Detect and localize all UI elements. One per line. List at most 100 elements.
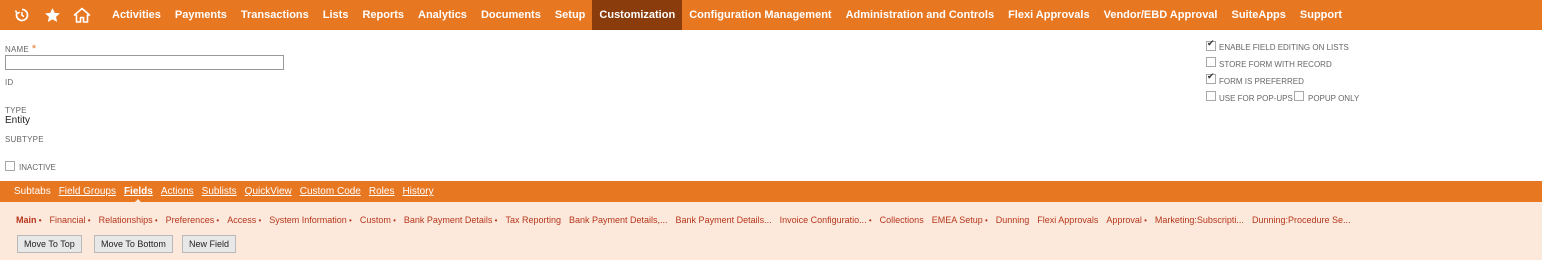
field-tab-label: Collections xyxy=(879,215,924,225)
nav-item-reports[interactable]: Reports xyxy=(355,0,411,30)
nav-item-administration-and-controls[interactable]: Administration and Controls xyxy=(839,0,1002,30)
popup-only-checkbox[interactable] xyxy=(1294,91,1304,101)
dropdown-dot-icon: • xyxy=(152,216,158,225)
dropdown-dot-icon: • xyxy=(982,216,988,225)
field-tab-relationships[interactable]: Relationships • xyxy=(95,215,162,225)
enable-field-editing-label: ENABLE FIELD EDITING ON LISTS xyxy=(1219,43,1349,52)
star-icon[interactable] xyxy=(43,6,61,24)
field-tab-label: Custom xyxy=(359,215,391,225)
field-tab-label: Flexi Approvals xyxy=(1037,215,1099,225)
nav-item-transactions[interactable]: Transactions xyxy=(234,0,316,30)
dropdown-dot-icon: • xyxy=(36,216,42,225)
field-tab-bank-payment-details[interactable]: Bank Payment Details,... xyxy=(565,215,672,225)
field-tab-approval[interactable]: Approval • xyxy=(1102,215,1151,225)
subtab-field-groups[interactable]: Field Groups xyxy=(55,186,120,197)
field-tab-label: Dunning:Procedure Se... xyxy=(1251,215,1351,225)
top-navigation-bar: Activities Payments Transactions Lists Repor… xyxy=(0,0,1542,30)
dropdown-dot-icon: • xyxy=(85,216,91,225)
field-tab-flexi-approvals[interactable]: Flexi Approvals xyxy=(1033,215,1102,225)
field-tab-label: EMEA Setup xyxy=(931,215,983,225)
nav-item-documents[interactable]: Documents xyxy=(474,0,548,30)
subtab-bar: Subtabs Field Groups Fields Actions Sublists… xyxy=(0,181,1542,203)
field-tab-collections[interactable]: Collections xyxy=(876,215,928,225)
field-tab-preferences[interactable]: Preferences • xyxy=(162,215,224,225)
inactive-label: INACTIVE xyxy=(19,163,56,172)
field-tab-label: Bank Payment Details... xyxy=(675,215,772,225)
field-tab-bank-payment-details[interactable]: Bank Payment Details • xyxy=(400,215,502,225)
name-label: NAME * xyxy=(5,43,37,55)
subtab-custom-code[interactable]: Custom Code xyxy=(296,186,365,197)
main-menu: Activities Payments Transactions Lists Repor… xyxy=(105,0,1349,30)
store-form-label: STORE FORM WITH RECORD xyxy=(1219,60,1332,69)
use-popups-label: USE FOR POP-UPS xyxy=(1219,94,1293,103)
field-tab-financial[interactable]: Financial • xyxy=(46,215,95,225)
subtab-history[interactable]: History xyxy=(398,186,437,197)
subtab-sublists[interactable]: Sublists xyxy=(198,186,241,197)
nav-item-activities[interactable]: Activities xyxy=(105,0,168,30)
field-tab-label: Marketing:Subscripti... xyxy=(1154,215,1244,225)
move-to-top-button[interactable]: Move To Top xyxy=(17,235,82,253)
new-field-button[interactable]: New Field xyxy=(182,235,237,253)
dropdown-dot-icon: • xyxy=(1141,216,1147,225)
field-tab-strip: Main • Financial • Relationships • Preferen… xyxy=(12,215,1355,225)
dropdown-dot-icon: • xyxy=(390,216,396,225)
nav-item-setup[interactable]: Setup xyxy=(548,0,593,30)
field-tab-label: System Information xyxy=(269,215,347,225)
recent-history-icon[interactable] xyxy=(13,6,31,24)
popup-only-label: POPUP ONLY xyxy=(1308,94,1360,103)
field-tab-custom[interactable]: Custom • xyxy=(356,215,400,225)
field-tab-label: Bank Payment Details xyxy=(403,215,493,225)
subtab-fields[interactable]: Fields xyxy=(120,186,157,203)
field-tab-main[interactable]: Main • xyxy=(12,215,46,225)
field-tab-label: Bank Payment Details,... xyxy=(569,215,668,225)
form-preferred-checkbox[interactable] xyxy=(1206,72,1216,84)
nav-item-flexi-approvals[interactable]: Flexi Approvals xyxy=(1001,0,1097,30)
subtab-quickview[interactable]: QuickView xyxy=(241,186,296,197)
subtype-label: SUBTYPE xyxy=(5,135,44,144)
dropdown-dot-icon: • xyxy=(346,216,352,225)
field-tab-marketing-subscripti[interactable]: Marketing:Subscripti... xyxy=(1151,215,1248,225)
field-tab-label: Preferences xyxy=(165,215,215,225)
field-tab-emea-setup[interactable]: EMEA Setup • xyxy=(928,215,992,225)
enable-field-editing-checkbox[interactable] xyxy=(1206,39,1216,51)
required-marker: * xyxy=(31,43,37,55)
nav-item-vendor-ebd-approval[interactable]: Vendor/EBD Approval xyxy=(1097,0,1225,30)
field-tab-bank-payment-details[interactable]: Bank Payment Details... xyxy=(672,215,776,225)
subtab-actions[interactable]: Actions xyxy=(157,186,198,197)
field-tab-label: Invoice Configuratio... xyxy=(779,215,867,225)
field-tab-label: Tax Reporting xyxy=(505,215,561,225)
inactive-checkbox[interactable] xyxy=(5,161,15,171)
nav-item-lists[interactable]: Lists xyxy=(316,0,356,30)
name-input[interactable] xyxy=(5,55,284,70)
dropdown-dot-icon: • xyxy=(866,216,872,225)
field-tab-dunning-procedure-se[interactable]: Dunning:Procedure Se... xyxy=(1248,215,1355,225)
move-to-bottom-button[interactable]: Move To Bottom xyxy=(94,235,173,253)
nav-item-support[interactable]: Support xyxy=(1293,0,1349,30)
dropdown-dot-icon: • xyxy=(214,216,220,225)
store-form-checkbox[interactable] xyxy=(1206,57,1216,67)
field-tab-label: Approval xyxy=(1106,215,1142,225)
nav-item-payments[interactable]: Payments xyxy=(168,0,234,30)
field-tab-label: Financial xyxy=(49,215,86,225)
field-tab-invoice-configuratio[interactable]: Invoice Configuratio... • xyxy=(776,215,876,225)
dropdown-dot-icon: • xyxy=(492,216,498,225)
subtab-subtabs[interactable]: Subtabs xyxy=(10,186,55,197)
nav-item-customization[interactable]: Customization xyxy=(592,0,683,30)
dropdown-dot-icon: • xyxy=(256,216,262,225)
nav-item-configuration-management[interactable]: Configuration Management xyxy=(682,0,838,30)
field-tab-dunning[interactable]: Dunning xyxy=(992,215,1034,225)
type-value: Entity xyxy=(5,115,31,126)
id-label: ID xyxy=(5,78,14,87)
subtab-roles[interactable]: Roles xyxy=(365,186,399,197)
field-tab-label: Dunning xyxy=(995,215,1030,225)
use-popups-checkbox[interactable] xyxy=(1206,91,1216,101)
nav-item-suiteapps[interactable]: SuiteApps xyxy=(1224,0,1292,30)
home-icon[interactable] xyxy=(73,6,91,24)
field-tab-tax-reporting[interactable]: Tax Reporting xyxy=(501,215,565,225)
field-tab-system-information[interactable]: System Information • xyxy=(265,215,356,225)
type-label: TYPE xyxy=(5,106,27,115)
form-preferred-label: FORM IS PREFERRED xyxy=(1219,77,1304,86)
nav-item-analytics[interactable]: Analytics xyxy=(411,0,474,30)
field-tab-access[interactable]: Access • xyxy=(223,215,265,225)
field-tab-label: Main xyxy=(16,215,37,225)
